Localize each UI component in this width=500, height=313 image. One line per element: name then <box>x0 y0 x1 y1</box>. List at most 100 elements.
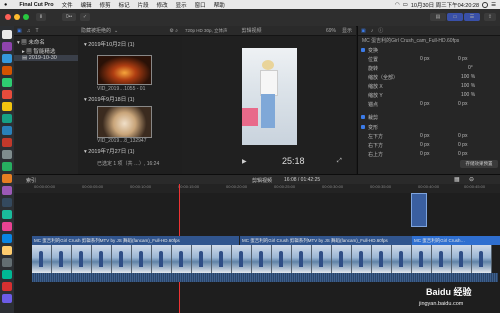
app-icon[interactable] <box>2 114 12 123</box>
menu-help[interactable]: 帮助 <box>210 1 229 9</box>
close-window-button[interactable] <box>5 14 11 20</box>
app-icon[interactable] <box>2 222 12 231</box>
spotlight-search-icon[interactable] <box>482 1 489 8</box>
date-group-header[interactable]: ▾ 2019年10月2日 (1) <box>84 40 134 48</box>
app-icon[interactable] <box>2 294 12 303</box>
param-x-value[interactable]: 0 px <box>420 142 429 148</box>
minimize-window-button[interactable] <box>14 14 20 20</box>
app-icon[interactable] <box>2 234 12 243</box>
date-group-header[interactable]: ▾ 2019年9月18日 (1) <box>84 95 134 103</box>
save-effects-preset-button[interactable]: 存储效果预置 <box>460 160 498 168</box>
video-inspector-tab-icon[interactable]: ▣ <box>361 28 366 34</box>
connected-clip[interactable] <box>411 193 427 227</box>
show-inspector-icon[interactable]: ☰ <box>464 13 480 21</box>
library-item[interactable]: ▾ ▦ 未命名 <box>17 38 45 46</box>
menu-app-name[interactable]: Final Cut Pro <box>11 2 57 8</box>
app-icon[interactable] <box>2 270 12 279</box>
app-icon[interactable] <box>2 246 12 255</box>
launchpad-icon[interactable] <box>2 42 12 51</box>
param-x-value[interactable]: 0 px <box>420 133 429 139</box>
clip-title-bar-selected[interactable]: MC 蛋吉利的Girl Crush… <box>412 236 500 245</box>
view-dropdown[interactable]: 显示 <box>342 27 352 34</box>
app-icon[interactable] <box>2 102 12 111</box>
app-icon[interactable] <box>2 186 12 195</box>
app-icon[interactable] <box>2 90 12 99</box>
import-icon[interactable]: ⬇ <box>36 13 46 21</box>
app-icon[interactable] <box>2 66 12 75</box>
share-icon[interactable]: ⇪ <box>484 13 496 21</box>
menu-trim[interactable]: 修剪 <box>96 1 115 9</box>
menu-file[interactable]: 文件 <box>58 1 77 9</box>
clip-thumbnail-bowl[interactable] <box>97 106 152 138</box>
libraries-tab-icon[interactable]: ▣ <box>17 28 22 34</box>
clip-title-bar[interactable]: MC 蛋吉利的Girl Crush 剪辑系列MTV by JS 舞蹈(fanca… <box>240 236 412 245</box>
app-icon[interactable] <box>2 126 12 135</box>
param-x-value[interactable]: 0 px <box>420 56 429 62</box>
audio-waveform[interactable] <box>32 273 498 282</box>
photos-tab-icon[interactable]: ♫ <box>27 28 31 34</box>
keyword-button[interactable]: 0•• <box>62 13 76 21</box>
menu-list-icon[interactable]: ☰ <box>491 2 496 8</box>
menu-modify[interactable]: 修改 <box>153 1 172 9</box>
safari-icon[interactable] <box>2 54 12 63</box>
app-icon[interactable] <box>2 162 12 171</box>
battery-icon[interactable]: ▭ <box>403 2 408 8</box>
event-item[interactable]: ▤ 2019-10-30 <box>14 55 85 61</box>
app-icon[interactable] <box>2 210 12 219</box>
menubar-clock[interactable]: 10月30日 周三下午04:20:28 <box>411 1 479 9</box>
checkbox[interactable] <box>361 115 365 119</box>
menu-view[interactable]: 显示 <box>172 1 191 9</box>
param-y-value[interactable]: 0 px <box>458 56 467 62</box>
checkbox[interactable] <box>361 125 365 129</box>
apple-logo-icon[interactable]: ● <box>0 2 11 8</box>
param-value[interactable]: 0° <box>468 65 473 71</box>
fullscreen-icon[interactable]: ⤢ <box>337 158 342 165</box>
section-distort[interactable]: 变形 <box>358 123 500 131</box>
smart-collection-item[interactable]: ▸ ▦ 智能精选 <box>22 47 55 55</box>
param-y-value[interactable]: 0 px <box>458 142 467 148</box>
zoom-window-button[interactable] <box>23 14 29 20</box>
zoom-dropdown[interactable]: 69% <box>326 28 336 34</box>
clip-thumbnail-fire[interactable] <box>97 55 152 85</box>
param-value[interactable]: 100 % <box>461 92 475 98</box>
param-y-value[interactable]: 0 px <box>458 133 467 139</box>
app-icon[interactable] <box>2 282 12 291</box>
param-value[interactable]: 100 % <box>461 74 475 80</box>
video-filmstrip[interactable] <box>32 245 498 273</box>
clip-appearance-icon[interactable]: ▦ <box>454 176 460 183</box>
show-browser-icon[interactable]: ▤ <box>430 13 446 21</box>
clip-title-bar[interactable]: MC 蛋吉利的Girl Crush 剪辑系列MTV by JS 舞蹈(fanca… <box>32 236 239 245</box>
menu-edit[interactable]: 编辑 <box>77 1 96 9</box>
filter-dropdown[interactable]: 隐藏被拒绝的 <box>81 27 111 34</box>
titles-tab-icon[interactable]: T <box>35 28 38 34</box>
menu-mark[interactable]: 标记 <box>115 1 134 9</box>
param-x-value[interactable]: 0 px <box>420 101 429 107</box>
app-icon[interactable] <box>2 78 12 87</box>
app-icon[interactable] <box>2 138 12 147</box>
index-button[interactable]: 索引 <box>26 177 36 184</box>
checkbox[interactable] <box>361 48 365 52</box>
info-inspector-tab-icon[interactable]: ⓘ <box>378 27 383 34</box>
timeline-tracks[interactable]: MC 蛋吉利的Girl Crush 剪辑系列MTV by JS 舞蹈(fanca… <box>14 184 500 313</box>
app-icon[interactable] <box>2 174 12 183</box>
finder-icon[interactable] <box>2 30 12 39</box>
menu-clip[interactable]: 片段 <box>134 1 153 9</box>
app-icon[interactable] <box>2 258 12 267</box>
wifi-icon[interactable]: ◠ <box>395 2 400 8</box>
date-group-header[interactable]: ▾ 2019年7月27日 (1) <box>84 147 134 155</box>
param-value[interactable]: 100 % <box>461 83 475 89</box>
app-icon[interactable] <box>2 198 12 207</box>
param-y-value[interactable]: 0 px <box>458 101 467 107</box>
view-options-icon[interactable]: ⚙ ⌕ <box>169 28 178 34</box>
zoom-slider-icon[interactable]: ⊖ <box>469 176 474 183</box>
param-x-value[interactable]: 0 px <box>420 151 429 157</box>
app-icon[interactable] <box>2 150 12 159</box>
section-transform[interactable]: 变换 <box>358 46 500 54</box>
chevron-down-icon[interactable]: ⌄ <box>114 28 118 34</box>
play-button-icon[interactable]: ▶ <box>242 158 247 165</box>
param-y-value[interactable]: 0 px <box>458 151 467 157</box>
section-crop[interactable]: 裁剪 <box>358 113 500 121</box>
background-tasks-icon[interactable]: ✓ <box>80 13 90 21</box>
show-timeline-icon[interactable]: ▭ <box>447 13 463 21</box>
menu-window[interactable]: 窗口 <box>191 1 210 9</box>
